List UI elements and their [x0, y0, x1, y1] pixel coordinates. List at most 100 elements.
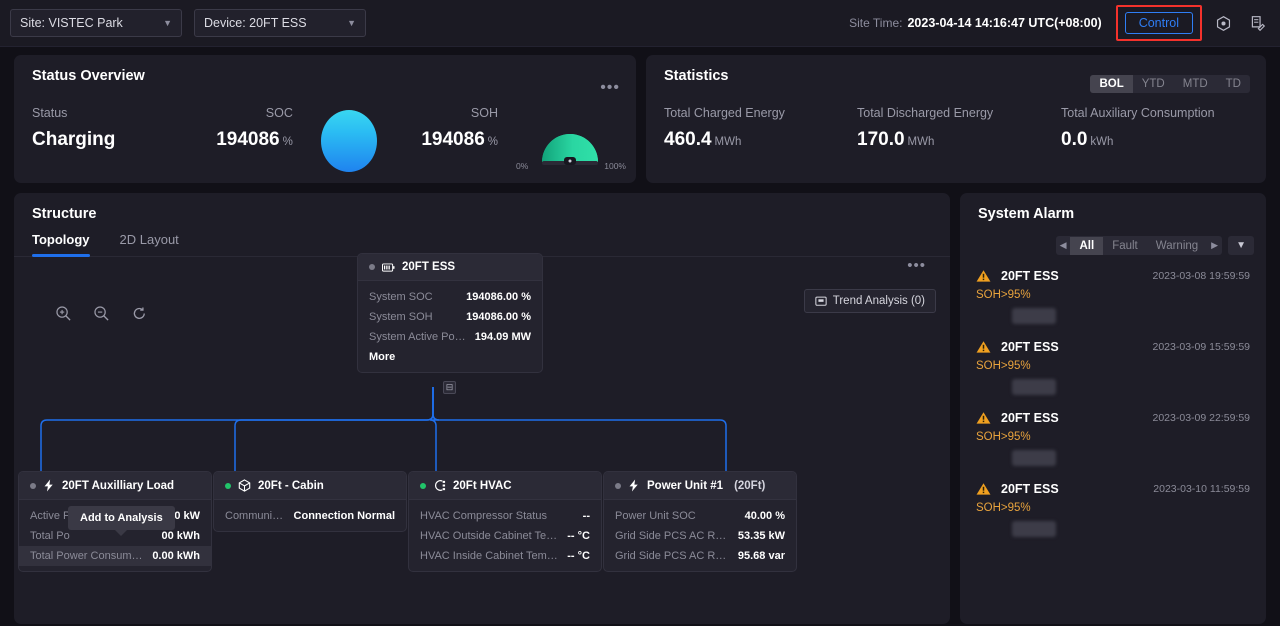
topology-node-hvac[interactable]: 20Ft HVAC HVAC Compressor Status -- HVAC… [408, 471, 602, 572]
soh-metric: SOH 194086% [399, 106, 498, 151]
status-overview-title: Status Overview [32, 68, 145, 84]
chevron-down-icon[interactable]: ▼ [1228, 236, 1254, 255]
alarm-filter-group: ◀ All Fault Warning ▶ [1055, 236, 1223, 255]
node-row-key: HVAC Inside Cabinet Temp... [420, 550, 560, 562]
stat-unit: MWh [714, 136, 742, 148]
alarm-message: SOH>95% [976, 360, 1031, 372]
site-selector[interactable]: Site: VISTEC Park ▼ [10, 9, 182, 37]
system-alarm-title: System Alarm [978, 206, 1075, 222]
stat-value: 170.0 [857, 129, 905, 150]
structure-header: Structure [14, 193, 950, 232]
node-header: Power Unit #1 (20Ft) [604, 472, 796, 500]
node-row: HVAC Outside Cabinet Tem... -- °C [409, 526, 601, 546]
alarm-list-item[interactable]: 20FT ESS 2023-03-10 11:59:59 SOH>95% [960, 476, 1266, 547]
tab-topology[interactable]: Topology [32, 232, 90, 257]
soh-value: 194086 [421, 129, 485, 150]
alarm-message: SOH>95% [976, 431, 1031, 443]
add-to-analysis-tooltip: Add to Analysis [68, 506, 175, 536]
stat-unit: MWh [907, 136, 935, 148]
filter-all[interactable]: All [1070, 236, 1104, 255]
node-row-value: 00 kWh [161, 530, 200, 542]
node-row-value: 53.35 kW [737, 530, 785, 542]
status-dot [615, 482, 621, 489]
status-dot [225, 482, 231, 489]
status-dot [369, 264, 375, 270]
node-body: Power Unit SOC 40.00 % Grid Side PCS AC … [604, 500, 796, 571]
control-button-highlight: Control [1115, 5, 1202, 41]
alarm-redacted-action[interactable] [1012, 521, 1056, 537]
status-overview-more-button[interactable]: ••• [600, 79, 620, 97]
report-edit-icon[interactable] [1244, 10, 1270, 36]
bolt-icon [629, 479, 638, 492]
stat-label: Total Discharged Energy [857, 106, 994, 120]
topology-node-power-unit[interactable]: Power Unit #1 (20Ft) Power Unit SOC 40.0… [603, 471, 797, 572]
stat-value: 460.4 [664, 129, 712, 150]
topology-canvas[interactable]: ••• Trend Analysis (0) 20FT ESS System S… [14, 253, 950, 609]
node-row-selected[interactable]: Total Power Consumpti... 0.00 kWh [19, 546, 211, 566]
stat-unit: kWh [1090, 136, 1114, 148]
warning-icon [976, 412, 991, 424]
node-row-key: HVAC Compressor Status [420, 510, 547, 522]
tab-2d-layout[interactable]: 2D Layout [120, 232, 179, 256]
node-more-link[interactable]: More [358, 347, 542, 367]
site-time-label: Site Time: [849, 16, 903, 30]
node-row-value: 194086.00 % [466, 291, 531, 303]
stat-value: 0.0 [1061, 129, 1088, 150]
control-button[interactable]: Control [1124, 12, 1193, 34]
alarm-list-item[interactable]: 20FT ESS 2023-03-08 19:59:59 SOH>95% [960, 263, 1266, 334]
node-collapse-toggle[interactable]: ⊟ [443, 381, 456, 394]
node-row-value: Connection Normal [293, 510, 395, 522]
site-selector-label: Site: VISTEC Park [20, 16, 123, 30]
status-metric: Status Charging [32, 106, 198, 151]
node-row-key: Power Unit SOC [615, 510, 696, 522]
node-row-value: 95.68 var [737, 550, 785, 562]
range-mtd[interactable]: MTD [1174, 75, 1217, 93]
target-settings-icon[interactable] [1210, 10, 1236, 36]
node-row-key: System SOH [369, 311, 433, 323]
node-row-key: System SOC [369, 291, 433, 303]
alarm-row-top: 20FT ESS 2023-03-08 19:59:59 [976, 269, 1250, 283]
filter-next-arrow[interactable]: ▶ [1207, 236, 1222, 255]
node-subtitle: (20Ft) [734, 479, 766, 492]
filter-fault[interactable]: Fault [1103, 237, 1147, 255]
soh-label: SOH [470, 106, 498, 120]
warning-icon [976, 270, 991, 282]
alarm-list[interactable]: 20FT ESS 2023-03-08 19:59:59 SOH>95% 20F… [960, 263, 1266, 603]
filter-warning[interactable]: Warning [1147, 237, 1207, 255]
chevron-down-icon: ▼ [163, 18, 172, 28]
system-alarm-panel: System Alarm ◀ All Fault Warning ▶ ▼ 20F… [960, 193, 1266, 624]
alarm-redacted-action[interactable] [1012, 308, 1056, 324]
filter-prev-arrow[interactable]: ◀ [1056, 236, 1071, 255]
status-metrics: Status Charging SOC 194086% SOH 194086% [32, 106, 626, 172]
device-selector[interactable]: Device: 20FT ESS ▼ [194, 9, 366, 37]
topology-node-cabin[interactable]: 20Ft - Cabin Communicatio... Connection … [213, 471, 407, 532]
status-dot [420, 482, 426, 489]
node-title: Power Unit #1 [647, 479, 724, 492]
topology-node-root[interactable]: 20FT ESS System SOC 194086.00 % System S… [357, 253, 543, 373]
node-row-key: HVAC Outside Cabinet Tem... [420, 530, 560, 542]
cube-icon [238, 479, 251, 492]
alarm-redacted-action[interactable] [1012, 450, 1056, 466]
hvac-icon [435, 480, 446, 491]
structure-title: Structure [32, 206, 97, 222]
alarm-device: 20FT ESS [1001, 269, 1059, 283]
soc-unit: % [282, 136, 293, 148]
status-dot [30, 482, 36, 489]
alarm-time: 2023-03-09 15:59:59 [1152, 341, 1251, 353]
node-row-key: Communicatio... [225, 510, 286, 522]
alarm-list-item[interactable]: 20FT ESS 2023-03-09 15:59:59 SOH>95% [960, 334, 1266, 405]
node-row: System SOC 194086.00 % [358, 287, 542, 307]
alarm-list-item[interactable]: 20FT ESS 2023-03-09 22:59:59 SOH>95% [960, 405, 1266, 476]
node-row: Power Unit SOC 40.00 % [604, 506, 796, 526]
top-header-bar: Site: VISTEC Park ▼ Device: 20FT ESS ▼ S… [0, 0, 1280, 47]
range-td[interactable]: TD [1217, 75, 1250, 93]
range-bol[interactable]: BOL [1090, 75, 1133, 93]
node-row-value: 194.09 MW [474, 331, 531, 343]
warning-icon [976, 483, 991, 495]
node-title: 20Ft HVAC [453, 479, 512, 492]
range-ytd[interactable]: YTD [1133, 75, 1174, 93]
alarm-device: 20FT ESS [1001, 340, 1059, 354]
soh-semicircle-gauge: 0% 100% [516, 114, 626, 172]
node-row-value: -- [582, 510, 590, 522]
alarm-redacted-action[interactable] [1012, 379, 1056, 395]
